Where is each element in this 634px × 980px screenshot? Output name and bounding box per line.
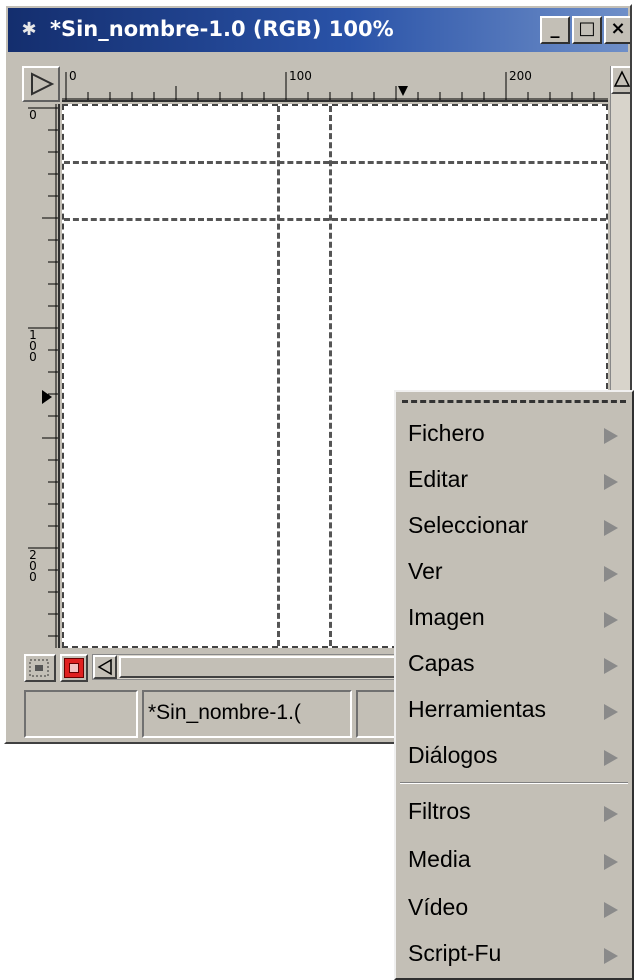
menu-item-label: Ver (408, 558, 443, 584)
vertical-guide[interactable] (329, 106, 332, 646)
menu-item-label: Script-Fu (408, 940, 502, 966)
triangle-left-icon (97, 658, 112, 676)
menu-item-label: Herramientas (408, 696, 547, 722)
submenu-arrow-icon (604, 474, 618, 490)
triangle-up-icon (613, 70, 630, 87)
menu-item-label: Imagen (408, 604, 485, 630)
pointer-marker-icon (398, 86, 408, 96)
submenu-arrow-icon (604, 902, 618, 918)
window-title: *Sin_nombre-1.0 (RGB) 100% (50, 17, 394, 41)
menu-item-media[interactable]: Media (398, 838, 630, 882)
menu-item-label: Editar (408, 466, 469, 492)
submenu-arrow-icon (604, 428, 618, 444)
vruler-label-100: 100 (29, 328, 37, 364)
horizontal-scrollbar[interactable] (92, 654, 402, 680)
scroll-left-button[interactable] (93, 655, 117, 679)
ruler-label-200: 200 (509, 69, 532, 83)
menu-tearoff[interactable] (402, 400, 626, 403)
submenu-arrow-icon (604, 948, 618, 964)
vruler-label-200: 200 (29, 548, 37, 584)
submenu-arrow-icon (604, 612, 618, 628)
scroll-up-button[interactable] (611, 66, 630, 94)
pointer-coordinates (24, 690, 138, 738)
vertical-guide[interactable] (277, 106, 280, 646)
pointer-marker-icon (42, 390, 52, 404)
horizontal-guide[interactable] (64, 161, 606, 164)
submenu-arrow-icon (604, 520, 618, 536)
menu-item-imagen[interactable]: Imagen (398, 596, 630, 640)
menu-item-label: Filtros (408, 798, 471, 824)
menu-triangle-button[interactable] (22, 66, 60, 102)
menu-item-fichero[interactable]: Fichero (398, 412, 630, 456)
ruler-label-0: 0 (69, 69, 77, 83)
menu-item-video[interactable]: Vídeo (398, 886, 630, 930)
menu-item-label: Fichero (408, 420, 485, 446)
quick-mask-icon (64, 658, 84, 678)
horizontal-guide[interactable] (64, 218, 606, 221)
menu-item-editar[interactable]: Editar (398, 458, 630, 502)
status-image-name: *Sin_nombre-1.( (142, 690, 352, 738)
menu-item-dialogos[interactable]: Diálogos (398, 734, 630, 778)
wilber-icon[interactable]: ✱ (18, 20, 40, 40)
vertical-ruler[interactable]: 0 100 200 (22, 104, 60, 648)
submenu-arrow-icon (604, 566, 618, 582)
image-context-menu: Fichero Editar Seleccionar Ver Imagen Ca… (394, 390, 634, 980)
menu-item-herramientas[interactable]: Herramientas (398, 688, 630, 732)
menu-item-label: Media (408, 846, 471, 872)
menu-item-capas[interactable]: Capas (398, 642, 630, 686)
ruler-label-100: 100 (289, 69, 312, 83)
submenu-arrow-icon (604, 806, 618, 822)
quick-mask-toggle[interactable] (60, 654, 88, 682)
menu-item-label: Seleccionar (408, 512, 529, 538)
submenu-arrow-icon (604, 658, 618, 674)
submenu-arrow-icon (604, 854, 618, 870)
close-button[interactable]: × (604, 16, 630, 44)
submenu-arrow-icon (604, 704, 618, 720)
submenu-arrow-icon (604, 750, 618, 766)
menu-item-seleccionar[interactable]: Seleccionar (398, 504, 630, 548)
play-triangle-icon (31, 72, 55, 96)
menu-separator (400, 782, 628, 784)
maximize-button[interactable]: □ (572, 16, 602, 44)
horizontal-ruler[interactable]: 0 100 200 (62, 66, 608, 102)
menu-item-label: Capas (408, 650, 475, 676)
minimize-button[interactable]: _ (540, 16, 570, 44)
navigate-icon (29, 659, 49, 677)
menu-item-script-fu[interactable]: Script-Fu (398, 932, 630, 976)
vruler-label-0: 0 (29, 108, 37, 122)
menu-item-filtros[interactable]: Filtros (398, 790, 630, 834)
menu-item-label: Vídeo (408, 894, 469, 920)
navigate-button[interactable] (24, 654, 56, 682)
scroll-thumb[interactable] (119, 656, 401, 678)
menu-item-ver[interactable]: Ver (398, 550, 630, 594)
title-bar[interactable]: ✱ *Sin_nombre-1.0 (RGB) 100% _ □ × (8, 8, 630, 52)
menu-item-label: Diálogos (408, 742, 498, 768)
